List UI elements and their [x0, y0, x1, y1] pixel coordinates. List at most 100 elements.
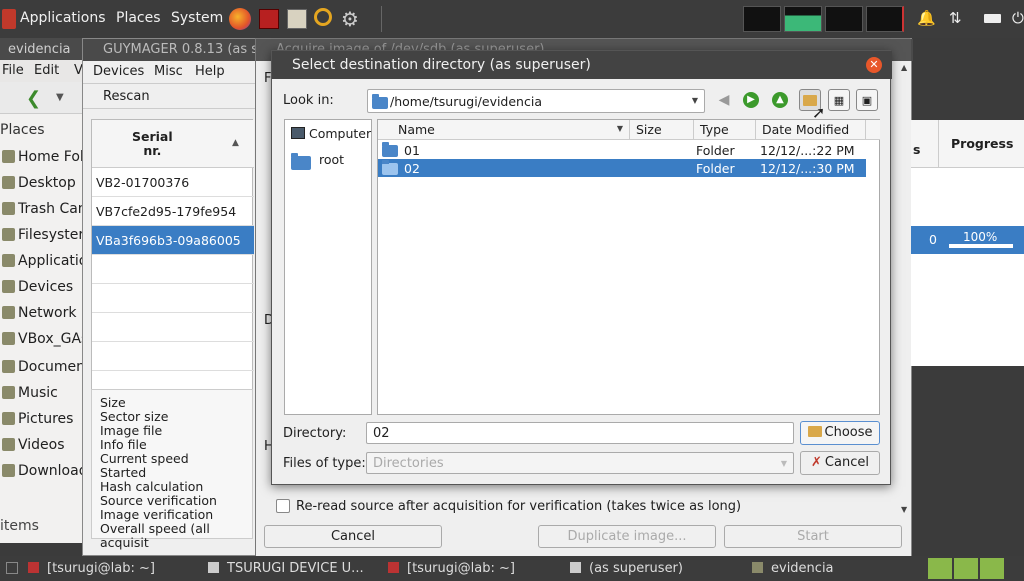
device-row[interactable] [92, 313, 254, 342]
task-terminal-1[interactable]: [tsurugi@lab: ~] [28, 561, 155, 576]
network-monitor [825, 6, 863, 32]
detail-view-icon[interactable]: ▣ [856, 89, 878, 111]
type-column-header[interactable]: Type [694, 120, 756, 140]
task-terminal-2[interactable]: [tsurugi@lab: ~] [388, 561, 515, 576]
places-menu[interactable]: Places [116, 10, 161, 26]
file-menu[interactable]: File [2, 63, 24, 78]
back-arrow-icon[interactable]: ❮ [26, 88, 41, 109]
edit-menu[interactable]: Edit [34, 63, 59, 78]
applications-menu[interactable]: Applications [20, 10, 106, 26]
settings-icon[interactable]: ⚙ [341, 8, 363, 30]
devices-menu[interactable]: Devices [93, 64, 144, 79]
firefox-icon[interactable] [229, 8, 251, 30]
task-superuser[interactable]: (as superuser) [570, 561, 683, 576]
place-icon [2, 332, 15, 345]
sidebar-item-label: Home Fol [18, 149, 84, 165]
workspace-3[interactable] [980, 558, 1004, 579]
device-row[interactable] [92, 342, 254, 371]
sidebar-item-label: Filesyster [18, 227, 85, 243]
progress-count: 0 [929, 232, 937, 247]
file-name: 02 [404, 161, 420, 176]
info-label: Info file [100, 437, 147, 452]
power-icon[interactable]: ⏻ [1012, 9, 1024, 27]
cancel-button[interactable]: ✗ Cancel [800, 451, 880, 475]
chevron-down-icon[interactable]: ▼ [56, 92, 64, 103]
device-row[interactable]: VBa3f696b3-09a86005 [92, 226, 254, 255]
show-desktop-icon[interactable] [6, 562, 18, 574]
selected-progress-row[interactable]: 0 100% [911, 226, 1024, 254]
info-label: Source verification [100, 493, 217, 508]
list-view-icon[interactable]: ▦ [828, 89, 850, 111]
device-row[interactable]: VB7cfe2d95-179fe954 [92, 197, 254, 226]
memory-monitor [784, 6, 822, 32]
progress-percent: 100% [963, 230, 998, 244]
forward-icon[interactable]: ▶ [740, 89, 762, 111]
close-icon[interactable]: ✕ [866, 57, 882, 73]
battery-icon[interactable] [984, 14, 1001, 23]
app-launcher-icon[interactable] [259, 9, 279, 29]
info-label: Hash calculation [100, 479, 204, 494]
choose-label: Choose [824, 425, 873, 440]
date-column-header[interactable]: Date Modified [756, 120, 866, 140]
directory-input[interactable]: 02 [366, 422, 794, 444]
back-icon[interactable]: ◀ [713, 89, 735, 111]
sidebar-item-label: Documen [18, 359, 86, 375]
file-type: Folder [696, 161, 735, 176]
name-column-header[interactable]: Name ▼ [378, 120, 630, 140]
guymager-menubar: Devices Misc Help [83, 61, 258, 83]
distro-logo-icon[interactable] [2, 9, 16, 29]
column-label: Name [398, 122, 435, 137]
place-root[interactable]: root [287, 148, 371, 172]
parent-directory-icon[interactable]: ▲ [769, 89, 791, 111]
place-label: root [319, 152, 345, 167]
serial-column-header[interactable]: Serial nr. ▲ [92, 120, 254, 168]
computer-icon [291, 127, 305, 139]
progress-column-header[interactable]: Progress [939, 120, 1024, 168]
misc-menu[interactable]: Misc [154, 64, 183, 79]
acquire-cancel-button[interactable]: Cancel [264, 525, 442, 548]
choose-button[interactable]: Choose [800, 421, 880, 445]
start-button[interactable]: Start [724, 525, 902, 548]
sidebar-item-label: Applicatio [18, 253, 88, 269]
sidebar-item-label: Pictures [18, 411, 74, 427]
workspace-1[interactable] [928, 558, 952, 579]
terminal-icon [388, 562, 399, 573]
info-label: Image file [100, 423, 163, 438]
files-of-type-label: Files of type: [283, 456, 366, 471]
scroll-down-icon[interactable]: ▼ [901, 505, 911, 514]
device-row[interactable]: VB2-01700376 [92, 168, 254, 197]
system-menu[interactable]: System [171, 10, 223, 26]
look-in-label: Look in: [283, 93, 334, 108]
file-row-01[interactable]: 01 Folder 12/12/...:22 PM [378, 141, 866, 159]
device-row[interactable] [92, 255, 254, 284]
document-icon [208, 562, 219, 573]
duplicate-image-button[interactable]: Duplicate image... [538, 525, 716, 548]
serial-header-label: Serial nr. [132, 129, 173, 158]
notifications-icon[interactable]: 🔔 [917, 9, 936, 27]
sidebar-item-label: Devices [18, 279, 74, 295]
scroll-up-icon[interactable]: ▲ [901, 63, 911, 72]
task-evidencia[interactable]: evidencia [752, 561, 834, 576]
folder-icon [291, 153, 311, 170]
task-device-utility[interactable]: TSURUGI DEVICE U... [208, 561, 364, 576]
rescan-button[interactable]: Rescan [103, 89, 150, 104]
progress-header-label: Progress [951, 136, 1014, 151]
info-label: Image verification [100, 507, 214, 522]
reread-checkbox[interactable] [276, 499, 290, 513]
network-arrows-icon[interactable]: ⇅ [949, 9, 962, 27]
search-icon[interactable] [314, 8, 332, 26]
file-manager-icon[interactable] [287, 9, 307, 29]
place-computer[interactable]: Computer [287, 124, 371, 146]
look-in-combo[interactable]: /home/tsurugi/evidencia ▼ [367, 89, 705, 113]
reread-label: Re-read source after acquisition for ver… [296, 499, 742, 514]
help-menu[interactable]: Help [195, 64, 225, 79]
files-of-type-combo[interactable]: Directories ▼ [366, 452, 794, 474]
places-header: Places [0, 122, 45, 138]
file-row-02[interactable]: 02 Folder 12/12/...:30 PM [378, 159, 866, 177]
place-label: Computer [309, 126, 372, 141]
workspace-2[interactable] [954, 558, 978, 579]
cancel-label: Cancel [824, 455, 869, 470]
device-table: Serial nr. ▲ VB2-01700376 VB7cfe2d95-179f… [91, 119, 254, 409]
size-column-header[interactable]: Size [630, 120, 694, 140]
device-row[interactable] [92, 284, 254, 313]
